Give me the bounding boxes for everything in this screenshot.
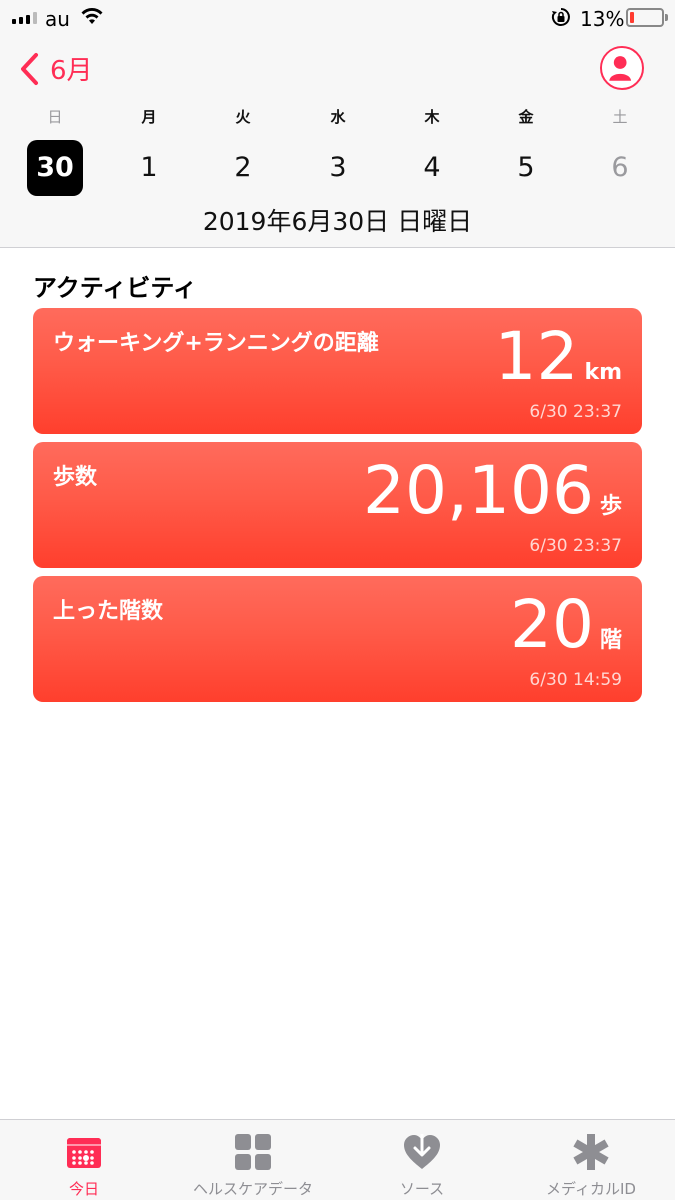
heart-download-icon — [404, 1134, 440, 1169]
grid-icon — [235, 1134, 271, 1170]
weekday-label-wed: 水 — [330, 108, 346, 126]
today-icon — [67, 1138, 101, 1168]
card-label: ウォーキング+ランニングの距離 — [53, 331, 379, 356]
day-button-4[interactable]: 4 — [402, 140, 462, 196]
card-unit: km — [584, 360, 622, 385]
tab-sources[interactable]: ソース — [338, 1120, 506, 1200]
signal-icon — [12, 12, 37, 24]
card-value-group: 20 階 — [510, 584, 622, 666]
day-button-1[interactable]: 1 — [119, 140, 179, 196]
section-title: アクティビティ — [33, 274, 197, 302]
day-button-3[interactable]: 3 — [308, 140, 368, 196]
day-button-2[interactable]: 2 — [213, 140, 273, 196]
card-unit: 階 — [599, 628, 622, 653]
card-value: 20,106 — [363, 452, 594, 529]
weekday-label-fri: 金 — [518, 108, 534, 126]
battery-level — [630, 12, 634, 23]
weekday-label-tue: 火 — [235, 108, 251, 126]
tab-label: 今日 — [68, 1180, 99, 1198]
day-button-30[interactable]: 30 — [27, 140, 83, 196]
chevron-left-icon — [21, 52, 38, 85]
tab-health-data[interactable]: ヘルスケアデータ — [169, 1120, 337, 1200]
back-button-label: 6月 — [50, 56, 93, 86]
activity-card-steps[interactable]: 歩数 20,106 歩 6/30 23:37 — [33, 442, 642, 568]
wifi-icon — [81, 8, 103, 24]
weekday-label-thu: 木 — [424, 108, 440, 126]
tab-label: メディカルID — [546, 1180, 636, 1198]
card-timestamp: 6/30 23:37 — [529, 402, 622, 422]
activity-card-flights[interactable]: 上った階数 20 階 6/30 14:59 — [33, 576, 642, 702]
day-button-5[interactable]: 5 — [496, 140, 556, 196]
weekday-labels: 日 月 火 水 木 金 土 — [0, 106, 675, 128]
card-value: 20 — [510, 586, 594, 663]
weekday-label-mon: 月 — [141, 108, 157, 126]
tab-label: ヘルスケアデータ — [192, 1180, 313, 1198]
card-timestamp: 6/30 14:59 — [529, 670, 622, 690]
card-value-group: 12 km — [494, 316, 622, 398]
tab-today[interactable]: 今日 — [0, 1120, 168, 1200]
tab-bar: 今日 ヘルスケアデータ ソース メディカルID — [0, 1119, 675, 1200]
asterisk-icon — [573, 1134, 609, 1170]
day-button-6[interactable]: 6 — [590, 140, 650, 196]
person-icon — [602, 48, 639, 85]
card-timestamp: 6/30 23:37 — [529, 536, 622, 556]
card-value-group: 20,106 歩 — [363, 450, 622, 532]
orientation-lock-icon — [551, 8, 570, 26]
card-value: 12 — [494, 318, 579, 395]
battery-tip — [665, 14, 668, 21]
battery-percentage: 13% — [580, 7, 625, 31]
carrier-name: au — [45, 7, 70, 31]
back-button[interactable]: 6月 — [18, 50, 93, 87]
card-unit: 歩 — [599, 494, 622, 519]
card-label: 上った階数 — [53, 599, 164, 624]
activity-card-distance[interactable]: ウォーキング+ランニングの距離 12 km 6/30 23:37 — [33, 308, 642, 434]
profile-button[interactable] — [600, 46, 644, 90]
selected-date-title: 2019年6月30日 日曜日 — [202, 207, 473, 236]
week-day-selector: 30 1 2 3 4 5 6 — [0, 140, 675, 198]
weekday-label-sun: 日 — [47, 108, 63, 126]
battery-icon — [626, 8, 664, 27]
status-bar: au 13% — [0, 0, 675, 36]
tab-label: ソース — [399, 1180, 445, 1198]
card-label: 歩数 — [53, 465, 98, 490]
calendar-header: 6月 日 月 火 水 木 金 土 30 1 2 3 4 5 6 2019年6月3… — [0, 36, 675, 248]
weekday-label-sat: 土 — [612, 108, 628, 126]
tab-medical-id[interactable]: メディカルID — [507, 1120, 675, 1200]
